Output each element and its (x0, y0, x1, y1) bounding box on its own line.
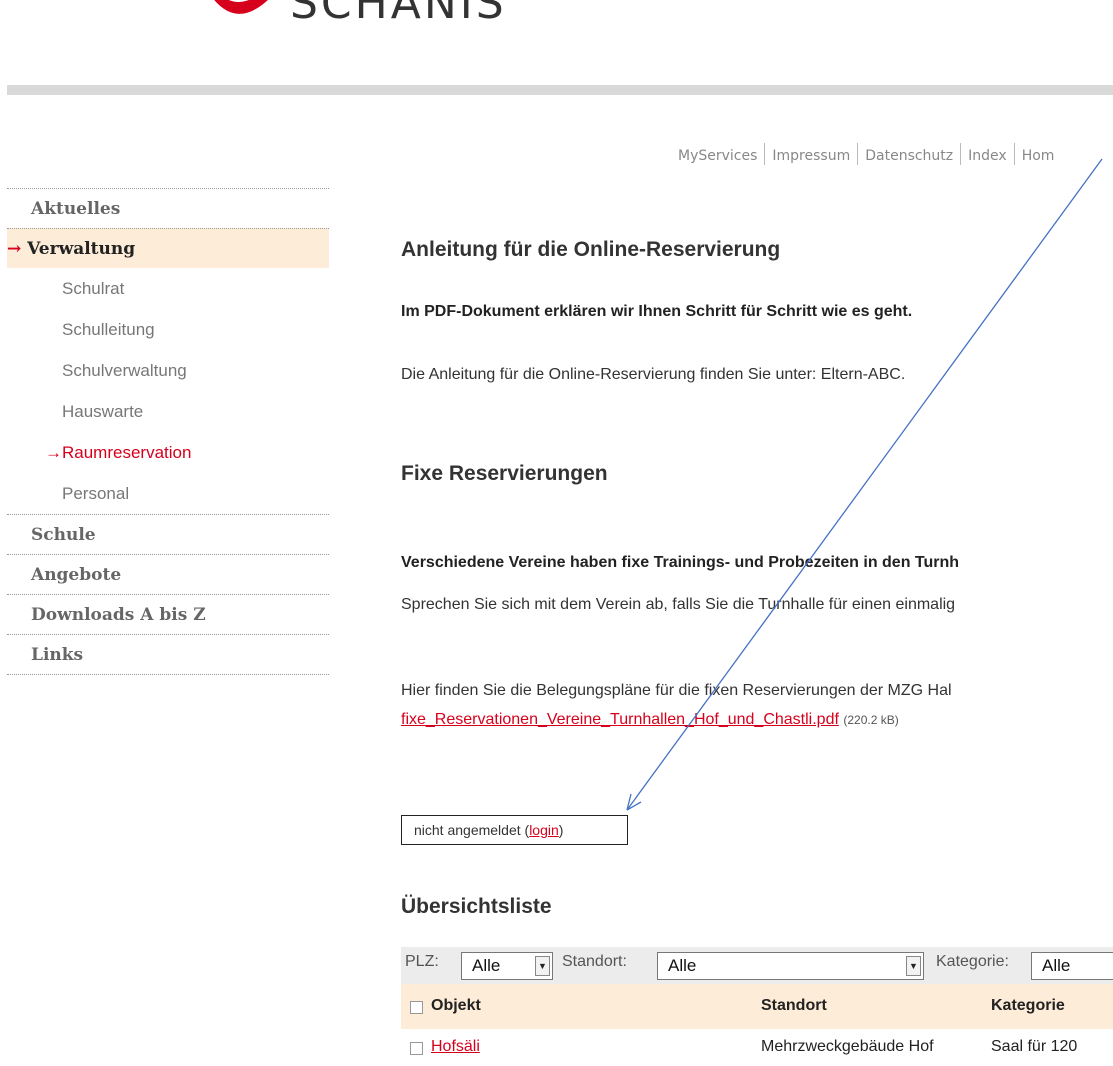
separator (1013, 143, 1015, 165)
section-title: Fixe Reservierungen (401, 462, 608, 485)
select-all-checkbox[interactable] (410, 1001, 423, 1014)
standort-label: Standort: (562, 953, 627, 970)
object-link[interactable]: Hofsäli (431, 1038, 480, 1056)
sub-item-schulverwaltung[interactable]: Schulverwaltung (7, 350, 329, 391)
column-header-kategorie[interactable]: Kategorie (991, 997, 1065, 1015)
section-bold-text: Verschiedene Vereine haben fixe Training… (401, 554, 960, 571)
intro-bold-text: Im PDF-Dokument erklären wir Ihnen Schri… (401, 303, 913, 320)
service-link-impressum[interactable]: Impressum (772, 148, 850, 164)
sub-item-schulrat[interactable]: Schulrat (7, 268, 329, 309)
kategorie-select[interactable]: Alle (1031, 952, 1113, 980)
kategorie-label: Kategorie: (936, 953, 1009, 970)
nav-item-downloads[interactable]: Downloads A bis Z (7, 594, 329, 634)
sub-item-hauswarte[interactable]: Hauswarte (7, 391, 329, 432)
file-size: (220.2 kB) (843, 713, 899, 727)
pdf-line: fixe_Reservationen_Vereine_Turnhallen_Ho… (401, 711, 899, 729)
nav-item-schule[interactable]: Schule (7, 514, 329, 554)
kategorie-cell: Saal für 120 (991, 1038, 1078, 1055)
column-header-objekt[interactable]: Objekt (431, 997, 481, 1015)
service-links: MyServices Impressum Datenschutz Index Hom (678, 143, 1055, 167)
login-status-prefix: nicht angemeldet ( (414, 822, 530, 838)
table-row: Hofsäli Mehrzweckgebäude Hof Saal für 12… (401, 1029, 1113, 1066)
login-status-box: nicht angemeldet (login) (401, 815, 628, 845)
plz-label: PLZ: (405, 953, 439, 970)
sub-item-raumreservation[interactable]: →Raumreservation (7, 432, 329, 473)
row-checkbox[interactable] (410, 1042, 423, 1055)
service-link-myservices[interactable]: MyServices (678, 148, 757, 164)
page-title: Anleitung für die Online-Reservierung (401, 238, 781, 261)
logo-text: SCHANIS (290, 0, 507, 29)
nav-item-label: Verwaltung (27, 239, 136, 259)
column-header-standort[interactable]: Standort (761, 997, 827, 1015)
sub-item-schulleitung[interactable]: Schulleitung (7, 309, 329, 350)
plans-text: Hier finden Sie die Belegungspläne für d… (401, 682, 952, 699)
nav-item-links[interactable]: Links (7, 634, 329, 674)
kategorie-select-value: Alle (1042, 956, 1071, 975)
standort-select-value: Alle (668, 956, 697, 975)
header-divider (7, 85, 1113, 95)
sidebar-nav: Aktuelles → Verwaltung Schulrat Schullei… (7, 188, 329, 675)
plz-select-value: Alle (472, 956, 501, 975)
filter-bar: PLZ: Alle ▼ Standort: Alle ▼ Kategorie: … (401, 947, 1113, 984)
separator (960, 143, 962, 165)
pdf-download-link[interactable]: fixe_Reservationen_Vereine_Turnhallen_Ho… (401, 711, 839, 728)
table-header: Objekt Standort Kategorie (401, 984, 1113, 1029)
separator (857, 143, 859, 165)
nav-item-angebote[interactable]: Angebote (7, 554, 329, 594)
sub-item-label: Raumreservation (62, 443, 192, 462)
login-status-suffix: ) (558, 822, 564, 838)
standort-cell: Mehrzweckgebäude Hof (761, 1038, 934, 1055)
service-link-datenschutz[interactable]: Datenschutz (865, 148, 953, 164)
logo-swoosh-icon (214, 0, 268, 14)
dropdown-arrow-icon: ▼ (535, 956, 550, 976)
nav-item-aktuelles[interactable]: Aktuelles (7, 188, 329, 228)
arrow-right-icon: → (7, 239, 22, 259)
login-link[interactable]: login (529, 822, 559, 838)
arrow-right-icon: → (45, 443, 62, 462)
dropdown-arrow-icon: ▼ (906, 956, 921, 976)
service-link-home[interactable]: Hom (1022, 148, 1055, 164)
section-text: Sprechen Sie sich mit dem Verein ab, fal… (401, 596, 956, 613)
sub-item-personal[interactable]: Personal (7, 473, 329, 514)
plz-select[interactable]: Alle ▼ (461, 952, 553, 980)
intro-text: Die Anleitung für die Online-Reservierun… (401, 366, 906, 383)
nav-item-verwaltung[interactable]: → Verwaltung (7, 228, 329, 268)
separator (764, 143, 766, 165)
service-link-index[interactable]: Index (968, 148, 1007, 164)
standort-select[interactable]: Alle ▼ (657, 952, 924, 980)
overview-title: Übersichtsliste (401, 895, 552, 918)
